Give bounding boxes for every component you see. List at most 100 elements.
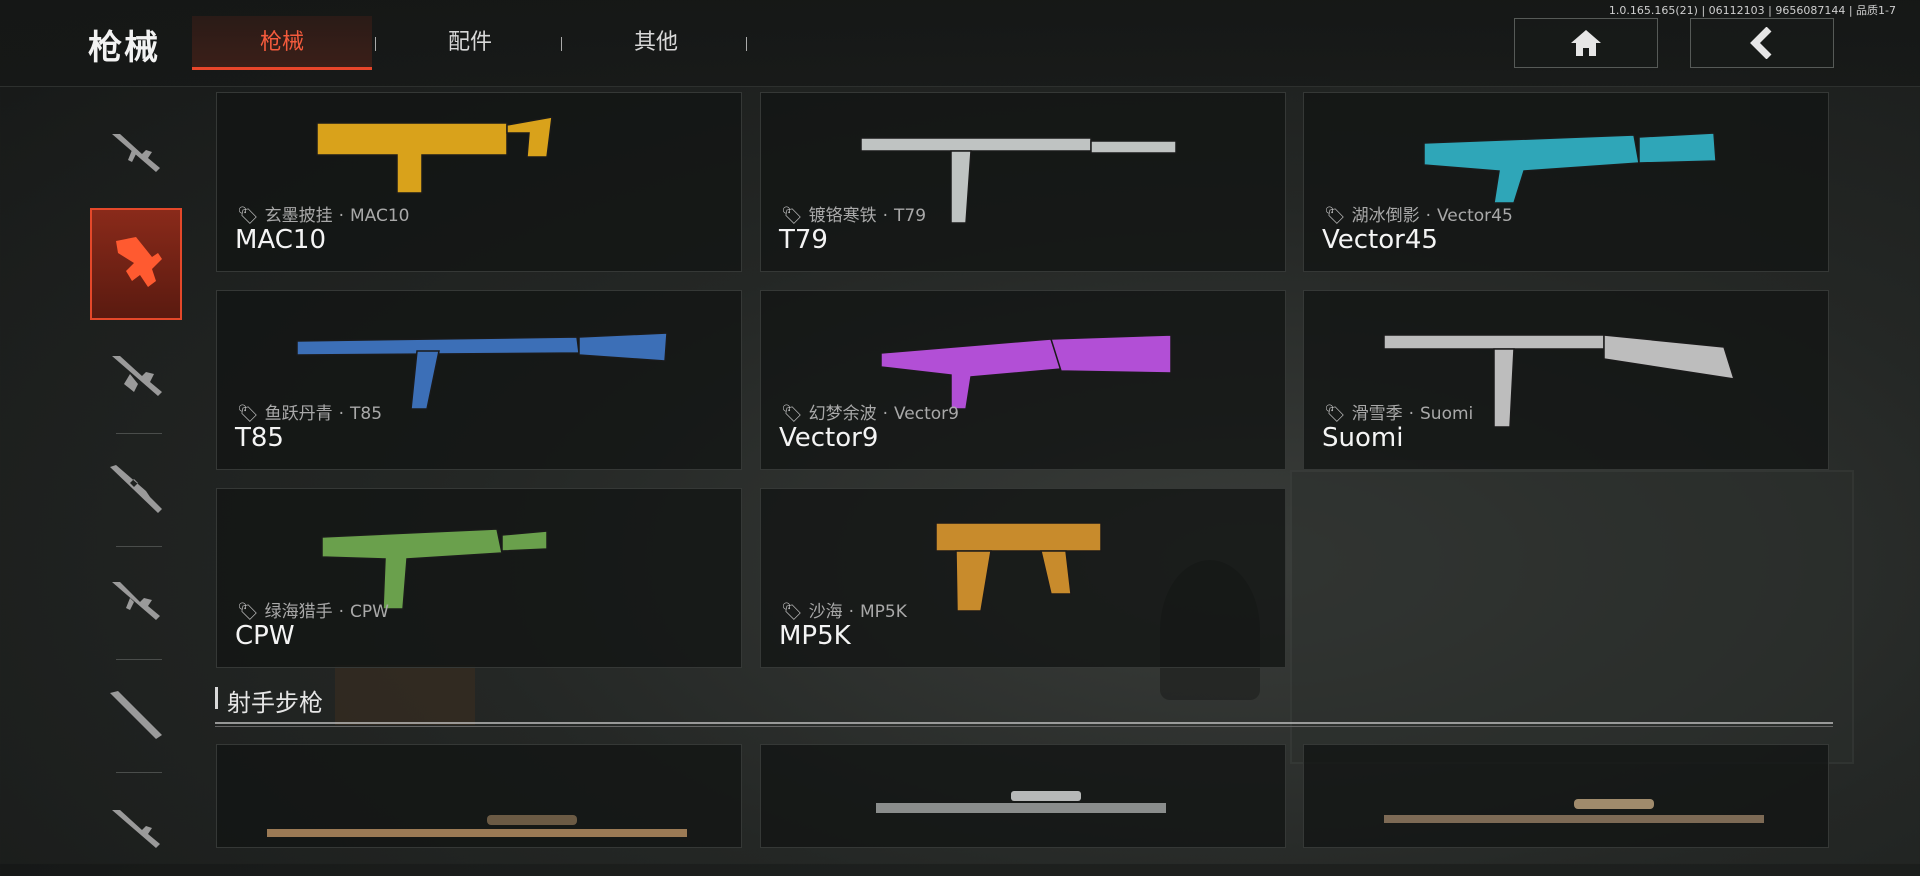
weapon-model: Suomi bbox=[1420, 404, 1474, 424]
sidebar-item-smg[interactable] bbox=[90, 208, 182, 320]
weapon-card[interactable]: 🏷 玄墨披挂 · MAC10 MAC10 bbox=[216, 92, 742, 272]
sidebar-divider bbox=[116, 772, 162, 773]
tab-others[interactable]: 其他 bbox=[566, 16, 746, 70]
weapon-silhouette bbox=[1423, 134, 1640, 204]
sidebar-item-rifle[interactable] bbox=[90, 558, 182, 650]
weapon-name: T79 bbox=[779, 225, 828, 255]
lmg-icon bbox=[112, 356, 162, 396]
skin-name: 滑雪季 bbox=[1351, 404, 1403, 424]
weapon-model: Vector45 bbox=[1437, 206, 1513, 226]
section-divider bbox=[215, 726, 1833, 727]
weapon-image bbox=[876, 791, 1166, 813]
section-divider bbox=[215, 722, 1833, 724]
tag-icon: 🏷 bbox=[1324, 404, 1346, 424]
weapon-card[interactable]: 🏷 镀铬寒铁 · T79 T79 bbox=[760, 92, 1286, 272]
tag-icon: 🏷 bbox=[781, 404, 803, 424]
tab-firearms[interactable]: 枪械 bbox=[192, 16, 372, 70]
weapon-card[interactable]: 🏷 湖冰倒影 · Vector45 Vector45 bbox=[1303, 92, 1829, 272]
skin-separator: · bbox=[338, 206, 344, 226]
weapon-silhouette bbox=[1493, 348, 1515, 428]
weapon-silhouette bbox=[1383, 334, 1605, 350]
sidebar-divider bbox=[116, 659, 162, 660]
weapon-image bbox=[1384, 799, 1764, 823]
weapon-name: Vector9 bbox=[779, 423, 879, 453]
weapon-silhouette bbox=[1040, 550, 1072, 595]
section-title: 射手步枪 bbox=[227, 689, 323, 717]
skin-name: 玄墨披挂 bbox=[264, 206, 333, 226]
version-info: 1.0.165.165(21) | 06112103 | 9656087144 … bbox=[1608, 4, 1896, 17]
weapon-silhouette bbox=[860, 137, 1092, 152]
weapon-skin-line: 🏷 绿海猎手 · CPW bbox=[237, 597, 389, 622]
weapon-image bbox=[321, 528, 548, 610]
smg-icon bbox=[116, 237, 162, 287]
tag-icon: 🏷 bbox=[781, 602, 803, 622]
sidebar-item-marksman[interactable] bbox=[90, 671, 182, 763]
weapon-skin-line: 🏷 玄墨披挂 · MAC10 bbox=[237, 201, 410, 226]
weapon-card[interactable]: 🏷 绿海猎手 · CPW CPW bbox=[216, 488, 742, 668]
marksman-rifle-icon bbox=[110, 691, 162, 739]
background-crate bbox=[1290, 470, 1854, 764]
back-chevron-icon bbox=[1750, 27, 1772, 59]
weapon-image bbox=[296, 332, 668, 410]
skin-separator: · bbox=[882, 404, 888, 424]
weapon-silhouette bbox=[501, 530, 548, 552]
rifle-icon bbox=[112, 582, 160, 620]
weapon-card-partial[interactable] bbox=[216, 744, 742, 848]
weapon-card-partial[interactable] bbox=[760, 744, 1286, 848]
weapon-image bbox=[267, 815, 687, 837]
weapon-model: T79 bbox=[894, 206, 927, 226]
weapon-silhouette bbox=[410, 350, 440, 410]
skin-separator: · bbox=[1425, 206, 1431, 226]
sidebar-divider bbox=[116, 433, 162, 434]
top-bar: 枪械 枪械 配件 其他 1.0.165.165(21) | 06112103 |… bbox=[0, 0, 1920, 87]
weapon-card[interactable]: 🏷 鱼跃丹青 · T85 T85 bbox=[216, 290, 742, 470]
tag-icon: 🏷 bbox=[1324, 206, 1346, 226]
weapon-silhouette bbox=[316, 122, 508, 194]
weapon-skin-line: 🏷 沙海 · MP5K bbox=[781, 597, 907, 622]
weapon-card[interactable]: 🏷 滑雪季 · Suomi Suomi bbox=[1303, 290, 1829, 470]
sidebar-item-sniper[interactable] bbox=[90, 445, 182, 537]
weapon-silhouette bbox=[1603, 334, 1736, 380]
weapon-image bbox=[860, 137, 1177, 224]
skin-separator: · bbox=[848, 602, 854, 622]
skin-name: 绿海猎手 bbox=[264, 602, 333, 622]
skin-separator: · bbox=[338, 602, 344, 622]
sidebar-item-assault-rifle[interactable] bbox=[90, 108, 182, 200]
back-button[interactable] bbox=[1690, 18, 1834, 68]
weapon-silhouette bbox=[950, 150, 972, 224]
page-title: 枪械 bbox=[88, 28, 160, 68]
sidebar-item-lmg[interactable] bbox=[90, 332, 182, 424]
sidebar-item-shotgun[interactable] bbox=[90, 784, 182, 876]
sidebar-divider bbox=[116, 546, 162, 547]
home-button[interactable] bbox=[1514, 18, 1658, 68]
weapon-card[interactable]: 🏷 沙海 · MP5K MP5K bbox=[760, 488, 1286, 668]
shotgun-icon bbox=[112, 810, 160, 848]
weapon-silhouette bbox=[506, 116, 553, 158]
weapon-silhouette bbox=[1638, 132, 1717, 164]
weapon-skin-line: 🏷 镀铬寒铁 · T79 bbox=[781, 201, 926, 226]
skin-separator: · bbox=[338, 404, 344, 424]
weapon-card[interactable]: 🏷 幻梦余波 · Vector9 Vector9 bbox=[760, 290, 1286, 470]
weapon-name: T85 bbox=[235, 423, 284, 453]
weapon-silhouette bbox=[935, 522, 1102, 552]
weapon-silhouette bbox=[1049, 334, 1172, 374]
sniper-rifle-icon bbox=[110, 465, 162, 513]
tag-icon: 🏷 bbox=[237, 602, 259, 622]
weapon-name: MAC10 bbox=[235, 225, 326, 255]
tag-icon: 🏷 bbox=[781, 206, 803, 226]
skin-name: 湖冰倒影 bbox=[1351, 206, 1420, 226]
weapon-model: MAC10 bbox=[350, 206, 410, 226]
home-icon bbox=[1571, 30, 1601, 56]
section-accent-bar bbox=[215, 687, 218, 709]
tab-attachments[interactable]: 配件 bbox=[380, 16, 560, 70]
tag-icon: 🏷 bbox=[237, 404, 259, 424]
tab-divider bbox=[375, 37, 376, 51]
weapon-card-partial[interactable] bbox=[1303, 744, 1829, 848]
weapon-name: Suomi bbox=[1322, 423, 1404, 453]
weapon-name: Vector45 bbox=[1322, 225, 1438, 255]
weapon-skin-line: 🏷 湖冰倒影 · Vector45 bbox=[1324, 201, 1513, 226]
weapon-model: T85 bbox=[350, 404, 383, 424]
weapon-skin-line: 🏷 鱼跃丹青 · T85 bbox=[237, 399, 382, 424]
weapon-silhouette bbox=[955, 550, 992, 612]
skin-name: 沙海 bbox=[808, 602, 843, 622]
